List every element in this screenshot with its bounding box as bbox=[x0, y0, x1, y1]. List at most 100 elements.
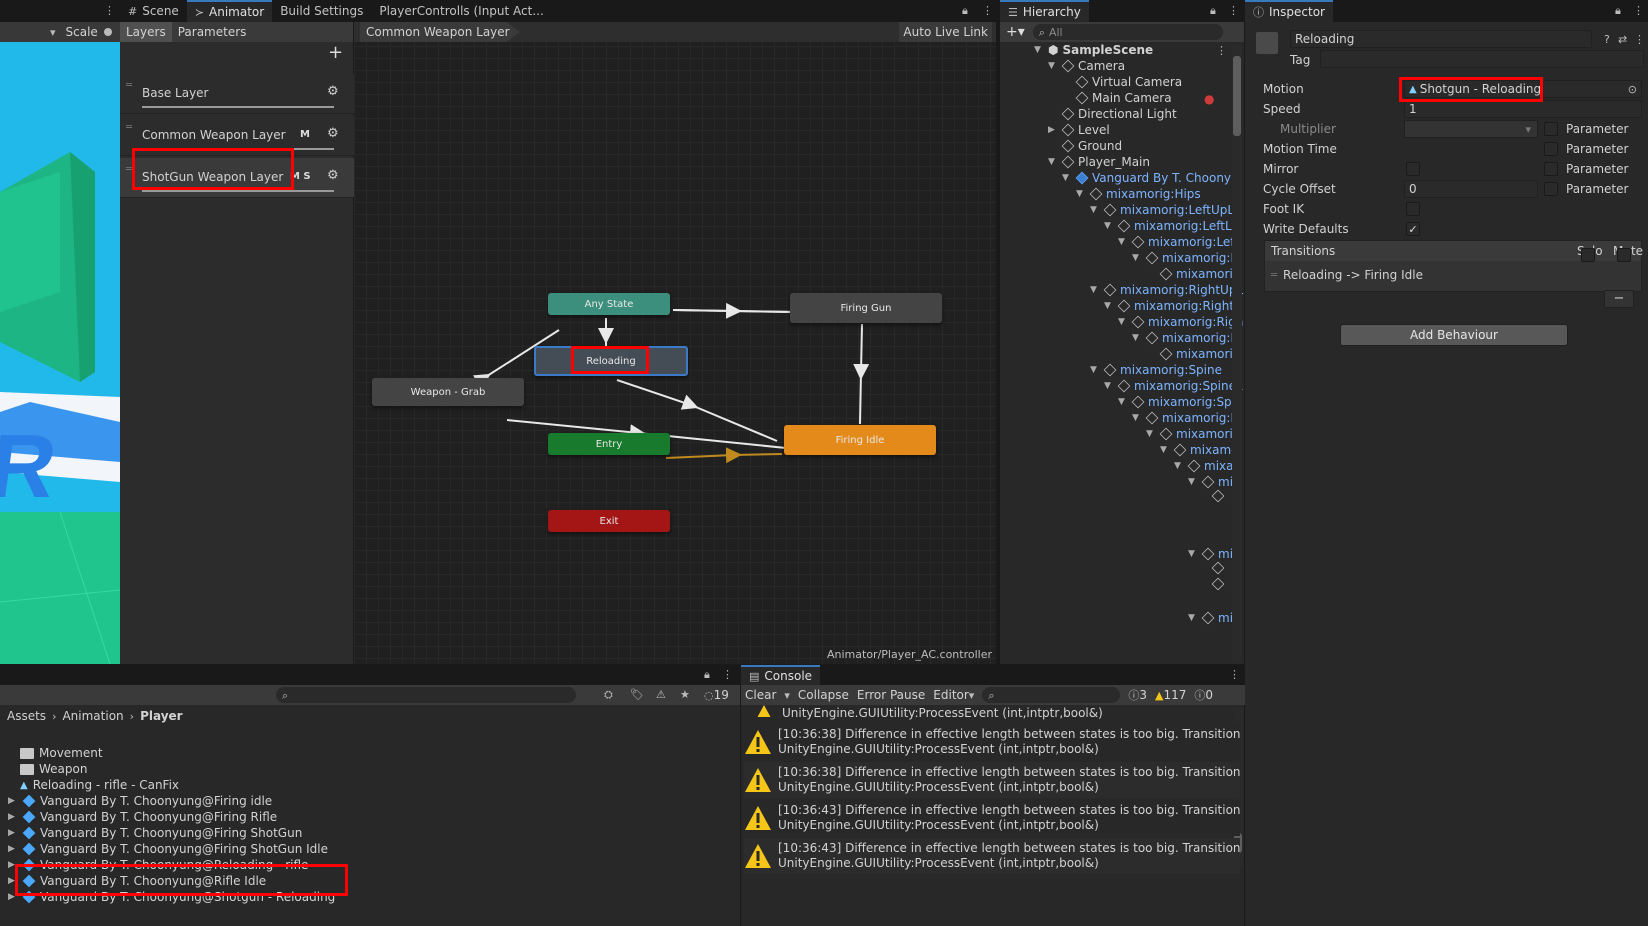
hierarchy-item[interactable]: ▶ Level bbox=[1048, 122, 1110, 138]
multiplier-parameter-checkbox[interactable] bbox=[1544, 122, 1558, 136]
chevron-down-icon[interactable]: ▼ bbox=[1132, 333, 1142, 343]
chevron-down-icon[interactable]: ▾ bbox=[784, 690, 790, 701]
state-entry[interactable]: Entry bbox=[548, 433, 670, 455]
console-top-partial[interactable]: UnityEngine.GUIUtility:ProcessEvent (int… bbox=[782, 706, 1103, 720]
chevron-down-icon[interactable]: ▼ bbox=[1090, 365, 1100, 375]
tab-layers[interactable]: Layers bbox=[120, 22, 172, 42]
hierarchy-item[interactable]: mixamorig bbox=[1146, 266, 1240, 282]
add-behaviour-button[interactable]: Add Behaviour bbox=[1340, 324, 1568, 346]
tab-build-settings[interactable]: Build Settings bbox=[272, 0, 371, 22]
more-options-icon[interactable]: ⋮ bbox=[1634, 34, 1645, 45]
chevron-down-icon[interactable]: ▼ bbox=[1062, 173, 1072, 183]
hierarchy-item[interactable]: ▼ mixamorig:L bbox=[1132, 410, 1237, 426]
chevron-down-icon[interactable]: ▾ bbox=[50, 27, 56, 38]
hierarchy-item[interactable]: ▼ mixamorig:RightL bbox=[1104, 298, 1241, 314]
hierarchy-item[interactable]: ▼ mixamorig:L bbox=[1132, 250, 1237, 266]
more-options-icon[interactable]: ⋮ bbox=[722, 669, 733, 680]
lock-icon[interactable]: 🔒︎ bbox=[962, 5, 968, 16]
write-defaults-checkbox[interactable]: ✓ bbox=[1406, 222, 1420, 236]
breadcrumb-player[interactable]: Player bbox=[140, 709, 183, 723]
hierarchy-item[interactable]: ▼ mi bbox=[1188, 546, 1233, 562]
chevron-down-icon[interactable]: ▼ bbox=[1132, 413, 1142, 423]
chevron-down-icon[interactable]: ▼ bbox=[1048, 61, 1058, 71]
drag-handle-icon[interactable]: ═ bbox=[1271, 270, 1277, 281]
hierarchy-item[interactable]: ▼ mixamorig:LeftLe bbox=[1104, 218, 1239, 234]
hierarchy-item[interactable]: ▼ mixamorig:Left bbox=[1118, 234, 1239, 250]
hierarchy-item[interactable]: ▼ mixamorig:LeftUpLe bbox=[1090, 202, 1241, 218]
remove-transition-button[interactable]: − bbox=[1604, 290, 1634, 308]
hidden-packages-count[interactable]: ◌19 bbox=[704, 688, 729, 702]
chevron-down-icon[interactable]: ▼ bbox=[1118, 397, 1128, 407]
more-options-icon[interactable]: ⋮ bbox=[1216, 45, 1227, 56]
chevron-down-icon[interactable]: ▼ bbox=[1188, 613, 1198, 623]
scene-view[interactable]: ▾ Scale PR bbox=[0, 22, 120, 664]
collapse-button[interactable]: Collapse bbox=[798, 688, 849, 702]
hierarchy-item[interactable]: Directional Light bbox=[1048, 106, 1177, 122]
chevron-right-icon[interactable]: ▶ bbox=[8, 828, 18, 838]
hierarchy-item[interactable]: ▼ mixamorig:Spine1 bbox=[1104, 378, 1244, 394]
chevron-right-icon[interactable]: ▶ bbox=[8, 812, 18, 822]
hierarchy-item[interactable]: ▼ mixamc bbox=[1160, 442, 1238, 458]
info-count-toggle[interactable]: ⓘ3 bbox=[1128, 688, 1147, 702]
tab-player-controls[interactable]: PlayerControlls (Input Act... bbox=[371, 0, 551, 22]
more-options-icon[interactable]: ⋮ bbox=[1228, 5, 1239, 16]
gear-icon[interactable]: ⚙ bbox=[327, 126, 339, 141]
error-count-toggle[interactable]: ⓘ0 bbox=[1194, 688, 1213, 702]
scale-slider-handle[interactable] bbox=[103, 28, 112, 36]
console-log-entry[interactable]: [10:36:38] Difference in effective lengt… bbox=[744, 762, 1240, 798]
tab-hierarchy[interactable]: ☰ Hierarchy bbox=[1000, 0, 1089, 22]
console-search-input[interactable]: ⌕ bbox=[982, 687, 1121, 703]
create-button[interactable]: +▾ bbox=[1006, 24, 1025, 40]
chevron-down-icon[interactable]: ▶ bbox=[1048, 125, 1058, 135]
error-pause-button[interactable]: Error Pause bbox=[857, 688, 925, 702]
search-by-type-icon[interactable]: ⛭ bbox=[604, 689, 613, 700]
state-exit[interactable]: Exit bbox=[548, 510, 670, 532]
project-item[interactable]: Movement bbox=[8, 745, 103, 761]
project-item[interactable]: ▶ Vanguard By T. Choonyung@Firing ShotGun… bbox=[8, 841, 328, 857]
project-item[interactable]: ▲ Reloading - rifle - CanFix bbox=[8, 777, 179, 793]
more-options-icon[interactable]: ⋮ bbox=[1229, 669, 1240, 680]
clear-button[interactable]: Clear bbox=[745, 688, 776, 702]
breadcrumb-assets[interactable]: Assets bbox=[7, 709, 46, 723]
motion-time-parameter-checkbox[interactable] bbox=[1544, 142, 1558, 156]
mirror-parameter-checkbox[interactable] bbox=[1544, 162, 1558, 176]
chevron-down-icon[interactable]: ▼ bbox=[1090, 285, 1100, 295]
cycle-offset-field[interactable]: 0 bbox=[1404, 180, 1538, 198]
speed-field[interactable]: 1 bbox=[1404, 100, 1642, 118]
hierarchy-item[interactable]: Ground bbox=[1048, 138, 1122, 154]
transition-item[interactable]: ═ Reloading -> Firing Idle bbox=[1265, 248, 1641, 289]
state-any-state[interactable]: Any State bbox=[548, 293, 670, 315]
hierarchy-item[interactable]: Virtual Camera bbox=[1062, 74, 1182, 90]
mirror-checkbox[interactable] bbox=[1406, 162, 1420, 176]
foot-ik-checkbox[interactable] bbox=[1406, 202, 1420, 216]
star-icon[interactable]: ★ bbox=[680, 689, 690, 700]
chevron-down-icon[interactable]: ▼ bbox=[1034, 45, 1044, 55]
state-firing-gun[interactable]: Firing Gun bbox=[790, 293, 942, 323]
hierarchy-item[interactable]: ▼ mixamorig:Spir bbox=[1118, 394, 1240, 410]
scrollbar-thumb[interactable] bbox=[1233, 56, 1241, 136]
chevron-down-icon[interactable]: ▼ bbox=[1104, 381, 1114, 391]
object-picker-icon[interactable]: ⊙ bbox=[1628, 84, 1637, 95]
animator-graph[interactable]: 👁︎ Common Weapon Layer Auto Live Link An… bbox=[354, 22, 996, 664]
tab-animator[interactable]: ≻ Animator bbox=[186, 0, 273, 22]
drag-handle-icon[interactable]: ═ bbox=[126, 80, 132, 91]
editor-dropdown[interactable]: Editor bbox=[933, 688, 969, 702]
hierarchy-scene-root[interactable]: ▼ ⬢ SampleScene bbox=[1034, 42, 1153, 58]
gear-icon[interactable]: ⚙ bbox=[327, 168, 339, 183]
chevron-down-icon[interactable]: ▼ bbox=[1104, 301, 1114, 311]
solo-checkbox[interactable] bbox=[1581, 248, 1595, 262]
hierarchy-item[interactable]: ▼ mixamorig:Spine bbox=[1090, 362, 1222, 378]
hierarchy-item[interactable]: ▼ Camera bbox=[1048, 58, 1125, 74]
hierarchy-item[interactable]: ▼ mi bbox=[1188, 474, 1233, 490]
chevron-down-icon[interactable]: ▼ bbox=[1188, 477, 1198, 487]
tab-inspector[interactable]: ⓘ Inspector bbox=[1245, 0, 1333, 22]
lock-icon[interactable]: 🔒︎ bbox=[1210, 5, 1216, 16]
console-log-entry[interactable]: [10:36:43] Difference in effective lengt… bbox=[744, 838, 1240, 874]
chevron-right-icon[interactable]: ▶ bbox=[8, 844, 18, 854]
warning-filter-icon[interactable]: ⚠︎ bbox=[656, 689, 666, 700]
preset-icon[interactable]: ⇄ bbox=[1618, 34, 1627, 45]
chevron-down-icon[interactable]: ▼ bbox=[1048, 157, 1058, 167]
breadcrumb-animation[interactable]: Animation bbox=[62, 709, 123, 723]
hierarchy-search-input[interactable]: ⌕ All bbox=[1032, 24, 1223, 40]
lock-icon[interactable]: 🔒︎ bbox=[704, 669, 710, 680]
